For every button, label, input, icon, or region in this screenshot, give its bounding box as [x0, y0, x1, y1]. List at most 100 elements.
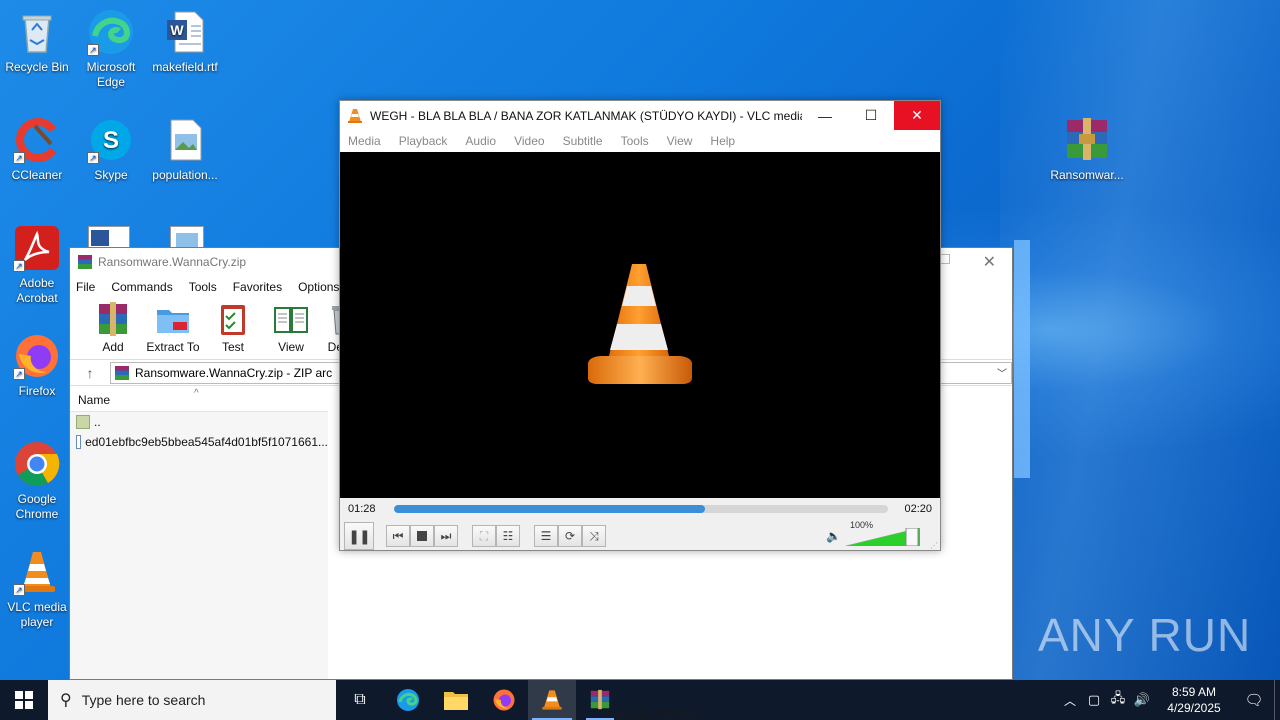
menu-favorites[interactable]: Favorites — [233, 280, 282, 294]
add-button[interactable]: Add — [84, 298, 142, 359]
name-column-header[interactable]: Name ^ — [70, 388, 328, 412]
taskbar-edge[interactable] — [384, 680, 432, 720]
list-item[interactable]: .. — [70, 412, 328, 432]
up-arrow-icon[interactable]: ↑ — [70, 365, 110, 381]
taskbar-file-explorer[interactable] — [432, 680, 480, 720]
extended-settings-button[interactable]: ☷ — [496, 525, 520, 547]
minimize-button[interactable]: — — [802, 101, 848, 130]
search-box[interactable]: ⚲ Type here to search — [48, 680, 336, 720]
menu-tools[interactable]: Tools — [189, 280, 217, 294]
maximize-button[interactable]: ☐ — [848, 101, 894, 130]
seek-row: 01:28 02:20 — [340, 498, 940, 520]
desktop-icon-skype[interactable]: S ↗ Skype — [74, 116, 148, 183]
menu-view[interactable]: View — [667, 134, 693, 148]
volume-handle[interactable] — [905, 527, 919, 547]
menu-subtitle[interactable]: Subtitle — [563, 134, 603, 148]
volume-icon[interactable]: 🔊 — [1130, 692, 1154, 708]
parent-folder-icon — [76, 415, 90, 429]
close-icon[interactable]: ✕ — [983, 252, 996, 272]
desktop-icon-vlc[interactable]: ↗ VLC media player — [0, 548, 74, 630]
file-name: .. — [94, 415, 101, 429]
add-label: Add — [102, 340, 124, 354]
desktop-icon-edge[interactable]: ↗ Microsoft Edge — [74, 8, 148, 90]
vlc-titlebar[interactable]: WEGH - BLA BLA BLA / BANA ZOR KATLANMAK … — [340, 101, 940, 130]
desktop-icon-makefield[interactable]: W makefield.rtf — [148, 8, 222, 75]
desktop-icon-chrome[interactable]: Google Chrome — [0, 440, 74, 522]
menu-video[interactable]: Video — [514, 134, 544, 148]
search-placeholder: Type here to search — [81, 692, 206, 708]
taskbar-winrar[interactable] — [576, 680, 624, 720]
stop-button[interactable] — [410, 525, 434, 547]
playlist-button[interactable]: ☰ — [534, 525, 558, 547]
playlist-icon: ☰ — [540, 529, 552, 543]
seek-slider[interactable] — [393, 505, 889, 513]
winrar-app-icon — [78, 255, 92, 269]
view-button[interactable]: View — [262, 298, 320, 359]
svg-text:W: W — [170, 22, 184, 38]
desktop-icon-label: Firefox — [18, 384, 56, 398]
resize-grip-icon[interactable]: ⋰ — [930, 541, 938, 550]
task-view-button[interactable]: ⧉ — [336, 680, 384, 720]
desktop-icon-population[interactable]: population... — [148, 116, 222, 183]
loop-button[interactable]: ⟳ — [558, 525, 582, 547]
vlc-window: WEGH - BLA BLA BLA / BANA ZOR KATLANMAK … — [339, 100, 941, 551]
edge-icon — [397, 689, 419, 711]
shuffle-button[interactable]: ⤨ — [582, 525, 606, 547]
wallpaper-light — [1000, 0, 1280, 680]
video-area[interactable] — [340, 152, 940, 498]
meet-now-icon[interactable]: ▢ — [1082, 692, 1106, 708]
file-name: ed01ebfbc9eb5bbea545af4d01bf5f1071661... — [85, 435, 328, 449]
taskbar-vlc[interactable] — [528, 680, 576, 720]
next-button[interactable]: ⏭ — [434, 525, 458, 547]
pause-button[interactable]: ❚❚ — [344, 522, 374, 550]
desktop-icon-label: population... — [152, 168, 218, 182]
menu-commands[interactable]: Commands — [111, 280, 172, 294]
winrar-title: Ransomware.WannaCry.zip — [98, 255, 247, 269]
firefox-icon: ↗ — [13, 332, 61, 380]
vlc-cone-icon — [542, 690, 562, 710]
desktop-icon-label: Ransomwar... — [1050, 168, 1124, 182]
clock-date: 4/29/2025 — [1167, 701, 1221, 715]
taskbar-firefox[interactable] — [480, 680, 528, 720]
desktop-icon-firefox[interactable]: ↗ Firefox — [0, 332, 74, 399]
image-file-icon — [170, 226, 204, 248]
chevron-down-icon[interactable]: ﹀ — [997, 365, 1007, 380]
image-file-icon — [161, 116, 209, 164]
menu-options[interactable]: Options — [298, 280, 339, 294]
menu-playback[interactable]: Playback — [399, 134, 448, 148]
start-button[interactable] — [0, 680, 48, 720]
show-desktop-button[interactable] — [1274, 680, 1280, 720]
desktop-icon-ransomware-zip[interactable]: Ransomwar... — [1050, 116, 1124, 183]
executable-file-icon — [76, 435, 82, 449]
vlc-title: WEGH - BLA BLA BLA / BANA ZOR KATLANMAK … — [370, 108, 802, 123]
fullscreen-button[interactable]: ⛶ — [472, 525, 496, 547]
network-icon[interactable]: 🖧 — [1106, 689, 1130, 711]
chevron-up-icon[interactable]: ︿ — [1058, 692, 1082, 709]
notifications-icon[interactable]: 🗨 — [1234, 691, 1274, 709]
test-button[interactable]: Test — [204, 298, 262, 359]
name-column-label: Name — [78, 393, 111, 407]
menu-file[interactable]: File — [76, 280, 95, 294]
word-document-icon: W — [161, 8, 209, 56]
speaker-icon[interactable]: 🔈 — [826, 529, 841, 543]
clock-time: 8:59 AM — [1171, 685, 1217, 699]
menu-tools[interactable]: Tools — [621, 134, 649, 148]
volume-slider[interactable] — [845, 527, 921, 547]
menu-audio[interactable]: Audio — [465, 134, 496, 148]
desktop-icon-label: Microsoft Edge — [86, 60, 136, 89]
clock[interactable]: 8:59 AM 4/29/2025 — [1154, 684, 1234, 716]
desktop-icon-acrobat[interactable]: ↗ Adobe Acrobat — [0, 224, 74, 306]
desktop-icon-recycle-bin[interactable]: Recycle Bin — [0, 8, 74, 75]
menu-media[interactable]: Media — [348, 134, 381, 148]
previous-button[interactable]: ⏮ — [386, 525, 410, 547]
extract-to-button[interactable]: Extract To — [142, 298, 204, 359]
close-button[interactable]: ✕ — [894, 101, 940, 130]
desktop-icon-ccleaner[interactable]: ↗ CCleaner — [0, 116, 74, 183]
maximize-icon[interactable] — [940, 254, 950, 264]
menu-help[interactable]: Help — [710, 134, 735, 148]
edge-icon: ↗ — [87, 8, 135, 56]
shortcut-arrow-icon: ↗ — [13, 584, 25, 596]
list-item[interactable]: ed01ebfbc9eb5bbea545af4d01bf5f1071661... — [70, 432, 328, 452]
desktop-icon-label: CCleaner — [11, 168, 63, 182]
acrobat-icon: ↗ — [13, 224, 61, 272]
